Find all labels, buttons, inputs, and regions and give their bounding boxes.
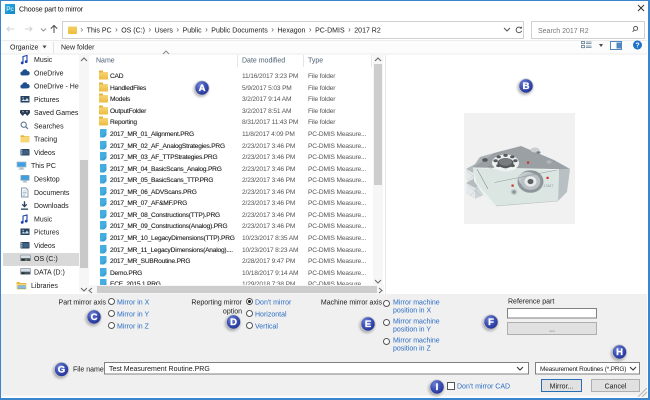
svg-text:I: I	[436, 382, 439, 393]
svg-text:B: B	[523, 81, 530, 92]
svg-text:G: G	[58, 365, 65, 376]
svg-text:D: D	[230, 317, 237, 328]
svg-text:A: A	[199, 83, 206, 94]
svg-text:E: E	[365, 319, 371, 330]
svg-text:F: F	[488, 317, 494, 328]
svg-text:C: C	[91, 312, 98, 323]
svg-text:H: H	[616, 347, 623, 358]
svg-text:24.10MT: 24.10MT	[538, 183, 554, 188]
